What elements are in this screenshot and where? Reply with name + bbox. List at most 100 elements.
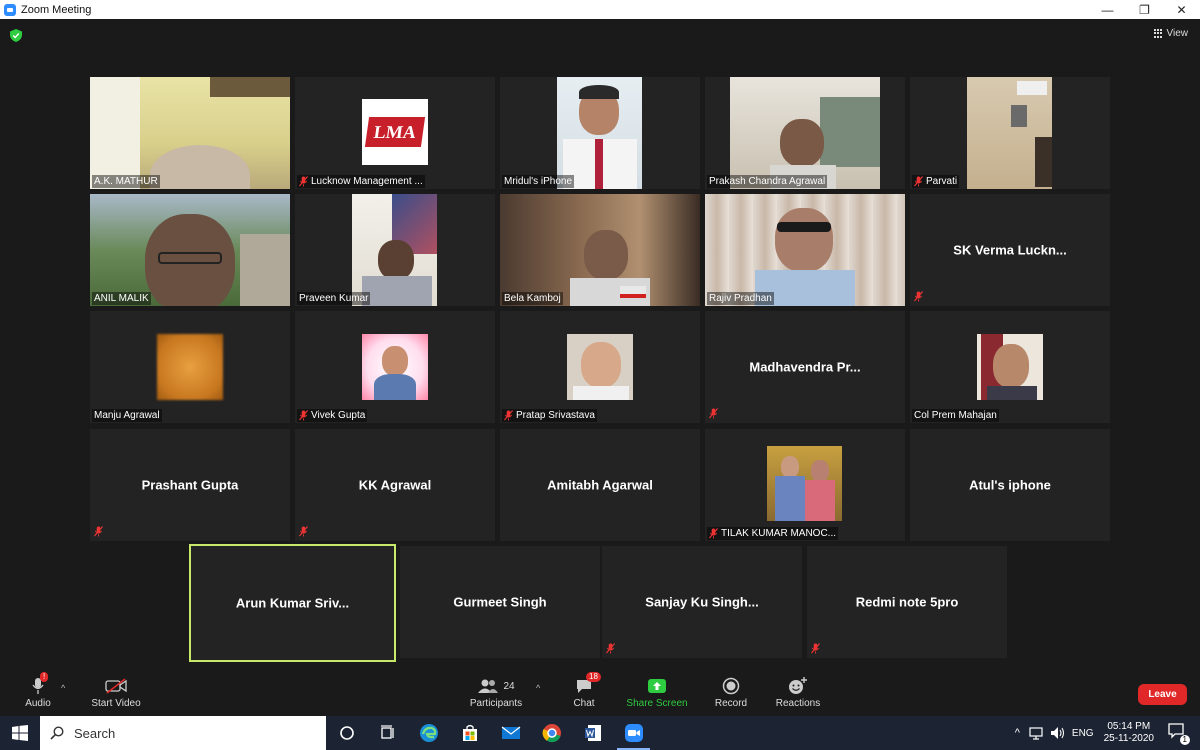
participant-tile[interactable]: A.K. MATHUR bbox=[90, 77, 290, 189]
participant-tile[interactable]: Bela Kamboj bbox=[500, 194, 700, 306]
participant-name: Parvati bbox=[926, 176, 958, 187]
store-bag-icon bbox=[462, 724, 477, 741]
show-hidden-icons-chevron-icon[interactable]: ^ bbox=[1015, 727, 1020, 739]
participant-tile[interactable]: Pratap Srivastava bbox=[500, 311, 700, 423]
view-label: View bbox=[1166, 28, 1189, 39]
share-screen-icon bbox=[648, 679, 666, 693]
language-indicator[interactable]: ENG bbox=[1072, 728, 1094, 739]
encryption-shield-icon[interactable] bbox=[10, 29, 22, 42]
participant-tile[interactable]: Col Prem Mahajan bbox=[910, 311, 1110, 423]
participant-name: Madhavendra Pr... bbox=[749, 359, 861, 375]
participant-name: Rajiv Pradhan bbox=[709, 293, 772, 304]
participant-tile[interactable]: Parvati bbox=[910, 77, 1110, 189]
participant-tile[interactable]: Manju Agrawal bbox=[90, 311, 290, 423]
participant-name: Pratap Srivastava bbox=[516, 410, 595, 421]
participant-tile[interactable]: Praveen Kumar bbox=[295, 194, 495, 306]
volume-icon[interactable] bbox=[1050, 726, 1066, 740]
zoom-app[interactable] bbox=[613, 716, 654, 750]
participant-name: Prashant Gupta bbox=[141, 477, 239, 493]
edge-app[interactable] bbox=[408, 716, 449, 750]
participant-tile[interactable]: SK Verma Luckn... bbox=[910, 194, 1110, 306]
participant-tile[interactable]: Atul's iphone bbox=[910, 429, 1110, 541]
participant-tile[interactable]: Vivek Gupta bbox=[295, 311, 495, 423]
mail-app[interactable] bbox=[490, 716, 531, 750]
reactions-button[interactable]: Reactions bbox=[774, 676, 822, 709]
participant-tile[interactable]: Gurmeet Singh bbox=[400, 546, 600, 658]
lma-logo: LMA bbox=[362, 99, 428, 165]
start-button[interactable] bbox=[0, 716, 40, 750]
mail-icon bbox=[501, 726, 520, 739]
muted-mic-icon bbox=[299, 526, 308, 537]
system-tray: ^ ENG 05:14 PM 25-11-2020 1 bbox=[1015, 716, 1200, 750]
windows-logo-icon bbox=[12, 725, 28, 741]
participant-tile[interactable]: LMA Lucknow Management ... bbox=[295, 77, 495, 189]
participant-video bbox=[967, 77, 1052, 189]
participant-tile[interactable]: Rajiv Pradhan bbox=[705, 194, 905, 306]
view-button[interactable]: View bbox=[1153, 28, 1189, 39]
participant-tile[interactable]: Prashant Gupta bbox=[90, 429, 290, 541]
reactions-label: Reactions bbox=[775, 698, 821, 709]
record-button[interactable]: Record bbox=[713, 676, 749, 709]
cortana-button[interactable] bbox=[326, 716, 367, 750]
task-view-icon bbox=[380, 725, 394, 739]
participant-name: SK Verma Luckn... bbox=[953, 242, 1067, 258]
participant-tile[interactable]: Mridul's iPhone bbox=[500, 77, 700, 189]
zoom-icon bbox=[624, 724, 643, 742]
participant-tile[interactable]: Redmi note 5pro bbox=[807, 546, 1007, 658]
restore-button[interactable]: ❐ bbox=[1126, 0, 1163, 19]
network-icon[interactable] bbox=[1028, 726, 1044, 740]
word-app[interactable] bbox=[572, 716, 613, 750]
participant-avatar bbox=[767, 446, 842, 521]
word-icon bbox=[584, 725, 601, 741]
reactions-icon bbox=[789, 677, 807, 694]
muted-mic-icon bbox=[299, 410, 308, 421]
participant-name: Arun Kumar Sriv... bbox=[235, 595, 350, 611]
participant-video bbox=[705, 194, 905, 306]
participant-tile[interactable]: KK Agrawal bbox=[295, 429, 495, 541]
participant-name: ANIL MALIK bbox=[94, 293, 149, 304]
cortana-circle-icon bbox=[339, 726, 354, 740]
minimize-button[interactable]: — bbox=[1089, 0, 1126, 19]
window-title: Zoom Meeting bbox=[21, 3, 92, 16]
muted-mic-icon bbox=[914, 291, 923, 302]
muted-mic-icon bbox=[94, 526, 103, 537]
participant-tile[interactable]: Madhavendra Pr... bbox=[705, 311, 905, 423]
participant-tile[interactable]: ANIL MALIK bbox=[90, 194, 290, 306]
meeting-area: View A.K. MATHUR LMA Lucknow Management … bbox=[0, 19, 1200, 716]
participant-tile[interactable]: Sanjay Ku Singh... bbox=[602, 546, 802, 658]
share-screen-button[interactable]: Share Screen bbox=[624, 676, 690, 709]
video-off-icon bbox=[105, 678, 127, 694]
close-button[interactable]: ✕ bbox=[1163, 0, 1200, 19]
leave-button[interactable]: Leave bbox=[1138, 684, 1187, 705]
clock[interactable]: 05:14 PM 25-11-2020 bbox=[1104, 721, 1154, 745]
meeting-toolbar: ! Audio ^ Start Video 24 Participants ^ bbox=[0, 670, 1200, 716]
participant-video bbox=[352, 194, 437, 306]
start-video-label: Start Video bbox=[91, 698, 141, 709]
muted-mic-icon bbox=[811, 643, 820, 654]
participants-icon bbox=[478, 679, 499, 693]
start-video-button[interactable]: Start Video bbox=[88, 676, 144, 709]
muted-mic-icon bbox=[914, 176, 923, 187]
audio-warning-badge: ! bbox=[40, 672, 49, 682]
grid-icon bbox=[1153, 29, 1163, 38]
audio-options-caret[interactable]: ^ bbox=[61, 683, 65, 693]
audio-button[interactable]: ! Audio bbox=[20, 672, 56, 709]
participants-label: Participants bbox=[469, 698, 523, 709]
participants-button[interactable]: 24 Participants bbox=[466, 676, 526, 709]
participant-tile[interactable]: Amitabh Agarwal bbox=[500, 429, 700, 541]
participant-tile[interactable]: Prakash Chandra Agrawal bbox=[705, 77, 905, 189]
participant-name: Amitabh Agarwal bbox=[547, 477, 653, 493]
participant-video bbox=[90, 194, 290, 306]
muted-mic-icon bbox=[606, 643, 615, 654]
search-placeholder: Search bbox=[74, 725, 116, 741]
participants-options-caret[interactable]: ^ bbox=[536, 683, 540, 693]
action-center-button[interactable]: 1 bbox=[1168, 723, 1190, 745]
store-app[interactable] bbox=[449, 716, 490, 750]
participant-tile[interactable]: TILAK KUMAR MANOC... bbox=[705, 429, 905, 541]
participant-tile-active-speaker[interactable]: Arun Kumar Sriv... bbox=[189, 544, 396, 662]
participant-name: KK Agrawal bbox=[358, 477, 432, 493]
chrome-app[interactable] bbox=[531, 716, 572, 750]
chat-button[interactable]: 18 Chat bbox=[566, 672, 602, 709]
task-view-button[interactable] bbox=[367, 716, 408, 750]
taskbar-search-box[interactable]: Search bbox=[40, 716, 326, 750]
